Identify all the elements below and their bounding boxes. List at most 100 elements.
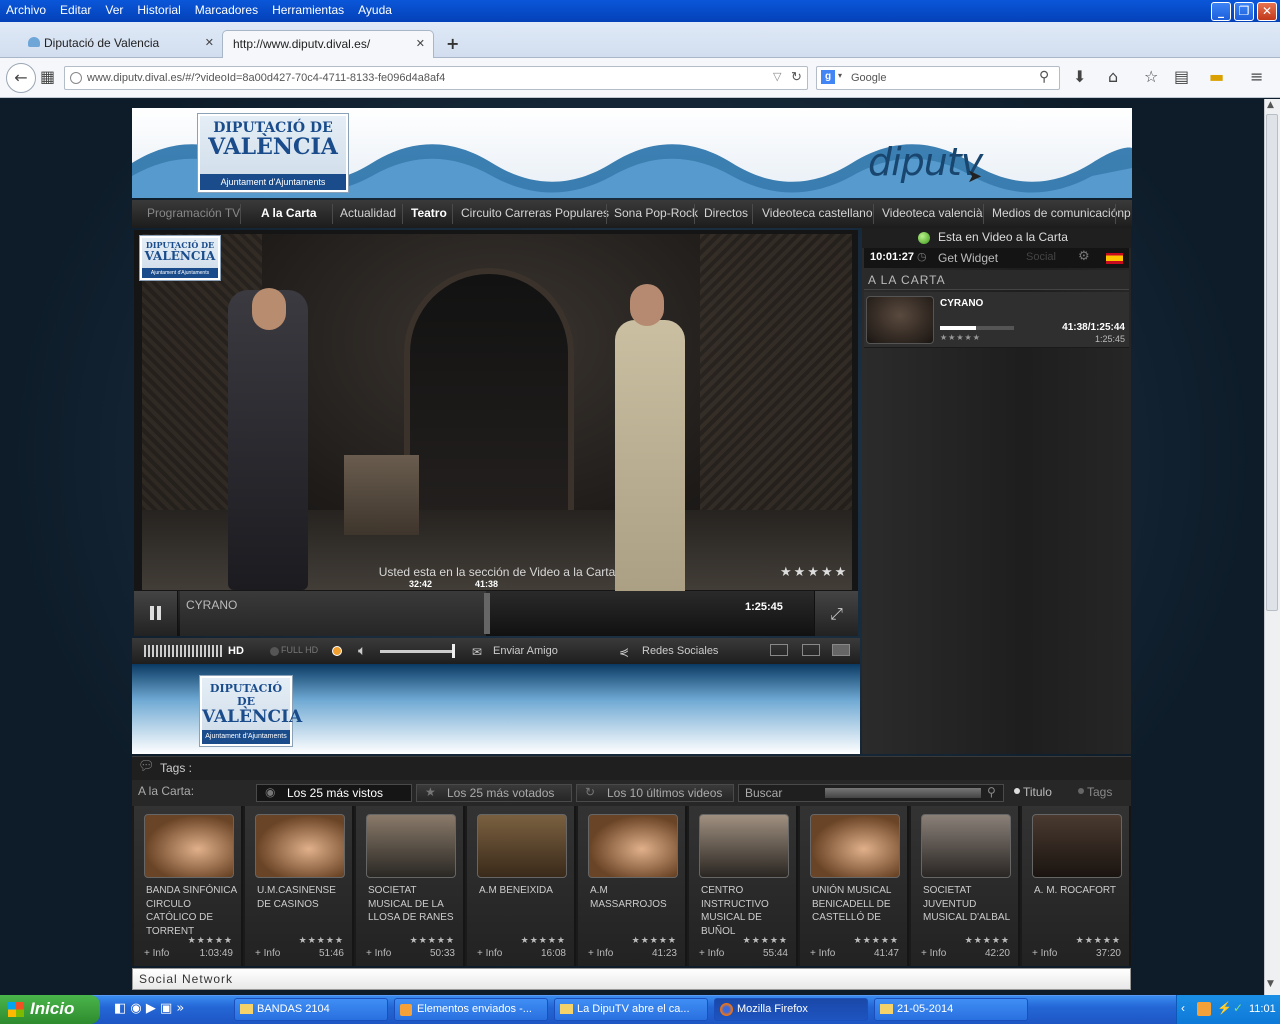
back-icon[interactable]: ← (6, 63, 36, 93)
close-window-button[interactable]: ✕ (1257, 2, 1277, 21)
close-tab-icon[interactable]: ✕ (416, 37, 425, 50)
diputacio-logo[interactable]: DIPUTACIÓ DE VALÈNCIA Ajuntament d'Ajunt… (198, 114, 348, 192)
title-option[interactable]: Titulo (1023, 785, 1052, 799)
search-field[interactable] (825, 788, 981, 798)
taskbar-item-elementos[interactable]: Elementos enviados -... (394, 998, 548, 1021)
video-title[interactable]: U.M.CASINENSE DE CASINOS (257, 884, 351, 911)
video-title[interactable]: SOCIETAT MUSICAL DE LA LLOSA DE RANES (368, 884, 462, 925)
video-title[interactable]: A.M MASSARROJOS (590, 884, 684, 911)
new-tab-button[interactable]: + (446, 34, 459, 53)
taskbar-item-bandas[interactable]: BANDAS 2104 (234, 998, 388, 1021)
get-widget-button[interactable]: Get Widget (938, 251, 998, 265)
menu-archivo[interactable]: Archivo (6, 3, 46, 17)
video-thumbnail[interactable] (1032, 814, 1122, 878)
quicklaunch-icons[interactable]: ◧ ◉ ▶ ▣ » (114, 1001, 184, 1016)
info-link[interactable]: + Info (144, 948, 169, 959)
video-search-input[interactable]: Buscar ⚲ (738, 784, 1004, 802)
most-viewed-button[interactable]: ◉ Los 25 más vistos (256, 784, 412, 802)
video-card[interactable]: BANDA SINFÓNICA CIRCULO CATÓLICO DE TORR… (134, 806, 243, 966)
info-link[interactable]: + Info (477, 948, 502, 959)
addon-icon[interactable]: ▬ (1209, 68, 1224, 86)
site-info-icon[interactable] (70, 72, 82, 84)
nav-programacion-tv[interactable]: Programación TV (147, 206, 240, 220)
nav-actualidad[interactable]: Actualidad (340, 206, 396, 220)
latest-videos-button[interactable]: ↻ Los 10 últimos videos (576, 784, 734, 802)
video-thumbnail[interactable] (477, 814, 567, 878)
dropdown-icon[interactable]: ▽ (773, 70, 781, 83)
menu-ver[interactable]: Ver (105, 3, 123, 17)
info-link[interactable]: + Info (699, 948, 724, 959)
tab-diputv[interactable]: http://www.diputv.dival.es/ ✕ (222, 30, 434, 58)
fullhd-toggle[interactable]: FULL HD (281, 645, 318, 655)
video-title[interactable]: A.M BENEIXIDA (479, 884, 573, 898)
video-card[interactable]: CENTRO INSTRUCTIVO MUSICAL DE BUÑOL ★★★★… (689, 806, 798, 966)
tab-diputacio[interactable]: Diputació de Valencia ✕ (24, 30, 222, 58)
nav-a-la-carta[interactable]: A la Carta (261, 206, 317, 220)
bookmark-star-icon[interactable]: ☆ (1144, 68, 1158, 86)
video-card[interactable]: A.M BENEIXIDA ★★★★★ + Info 16:08 (467, 806, 576, 966)
nav-videoteca-valencia[interactable]: Videoteca valencià (882, 206, 983, 220)
size-small-icon[interactable] (770, 644, 788, 656)
video-thumbnail[interactable] (144, 814, 234, 878)
chevron-down-icon[interactable]: ▾ (838, 71, 842, 80)
network-icon[interactable]: ⚡ (1217, 1001, 1232, 1015)
menu-marcadores[interactable]: Marcadores (195, 3, 258, 17)
nav-more[interactable]: p (1124, 206, 1131, 220)
close-tab-icon[interactable]: ✕ (205, 36, 214, 49)
search-icon[interactable]: ⚲ (1039, 68, 1049, 85)
diputv-brand[interactable]: diputv (868, 140, 983, 184)
ad-banner[interactable]: DIPUTACIÓ DE VALÈNCIA Ajuntament d'Ajunt… (132, 664, 860, 754)
nav-directos[interactable]: Directos (704, 206, 748, 220)
url-bar[interactable]: www.diputv.dival.es/#/?videoId=8a00d427-… (64, 66, 808, 90)
chevron-left-icon[interactable]: ‹ (1181, 1001, 1185, 1015)
video-card[interactable]: A. M. ROCAFORT ★★★★★ + Info 37:20 (1022, 806, 1131, 966)
social-network-bar[interactable]: Social Network (132, 968, 1131, 990)
bookmarks-list-icon[interactable]: ▤ (1174, 68, 1189, 86)
taskbar-item-firefox[interactable]: Mozilla Firefox (714, 998, 868, 1021)
video-card[interactable]: A.M MASSARROJOS ★★★★★ + Info 41:23 (578, 806, 687, 966)
video-card[interactable]: SOCIETAT MUSICAL DE LA LLOSA DE RANES ★★… (356, 806, 465, 966)
record-icon[interactable] (332, 646, 342, 656)
video-card[interactable]: UNIÓN MUSICAL BENICADELL DE CASTELLÓ DE … (800, 806, 909, 966)
fullscreen-icon[interactable]: ⤢ (814, 591, 858, 636)
info-link[interactable]: + Info (255, 948, 280, 959)
gear-icon[interactable]: ⚙ (1078, 249, 1090, 264)
nav-videoteca-castellano[interactable]: Videoteca castellano (762, 206, 873, 220)
menu-editar[interactable]: Editar (60, 3, 91, 17)
taskbar-item-folder[interactable]: 21-05-2014 (874, 998, 1028, 1021)
search-icon[interactable]: ⚲ (987, 785, 996, 799)
title-radio-icon[interactable] (1014, 788, 1020, 794)
quality-meter[interactable] (144, 645, 224, 657)
video-title[interactable]: SOCIETAT JUVENTUD MUSICAL D'ALBAL (923, 884, 1017, 925)
video-card[interactable]: U.M.CASINENSE DE CASINOS ★★★★★ + Info 51… (245, 806, 354, 966)
video-card[interactable]: SOCIETAT JUVENTUD MUSICAL D'ALBAL ★★★★★ … (911, 806, 1020, 966)
menu-herramientas[interactable]: Herramientas (272, 3, 344, 17)
video-thumbnail[interactable] (921, 814, 1011, 878)
restore-button[interactable]: ❐ (1234, 2, 1254, 21)
reload-icon[interactable]: ↻ (791, 69, 802, 85)
video-thumbnail[interactable] (255, 814, 345, 878)
tray-app-icon[interactable] (1197, 1002, 1211, 1016)
scroll-up-icon[interactable]: ▲ (1267, 100, 1274, 110)
volume-slider[interactable] (380, 650, 454, 653)
start-button[interactable]: Inicio (0, 995, 100, 1024)
tags-option[interactable]: Tags (1087, 785, 1112, 799)
video-title[interactable]: A. M. ROCAFORT (1034, 884, 1128, 898)
info-link[interactable]: + Info (810, 948, 835, 959)
search-input[interactable]: g ▾ Google ⚲ (816, 66, 1060, 90)
menu-icon[interactable]: ≡ (1250, 68, 1263, 86)
sidebar-icon[interactable]: ▦ (40, 68, 55, 86)
video-thumbnail[interactable] (366, 814, 456, 878)
rating-stars[interactable]: ★★★★★ (780, 565, 848, 580)
pause-button[interactable] (134, 591, 178, 636)
video-thumbnail[interactable] (810, 814, 900, 878)
taskbar-item-diputv[interactable]: La DipuTV abre el ca... (554, 998, 708, 1021)
nav-teatro[interactable]: Teatro (411, 206, 447, 220)
hd-toggle[interactable]: HD (228, 645, 244, 657)
nav-sona-pop-rock[interactable]: Sona Pop-Rock (614, 206, 698, 220)
home-icon[interactable]: ⌂ (1108, 68, 1118, 86)
playlist-item[interactable]: CYRANO ★★★★★ 41:38/1:25:44 1:25:45 (864, 292, 1129, 348)
video-title[interactable]: CENTRO INSTRUCTIVO MUSICAL DE BUÑOL (701, 884, 795, 938)
video-title[interactable]: BANDA SINFÓNICA CIRCULO CATÓLICO DE TORR… (146, 884, 240, 938)
security-icon[interactable]: ✓ (1233, 1001, 1243, 1015)
